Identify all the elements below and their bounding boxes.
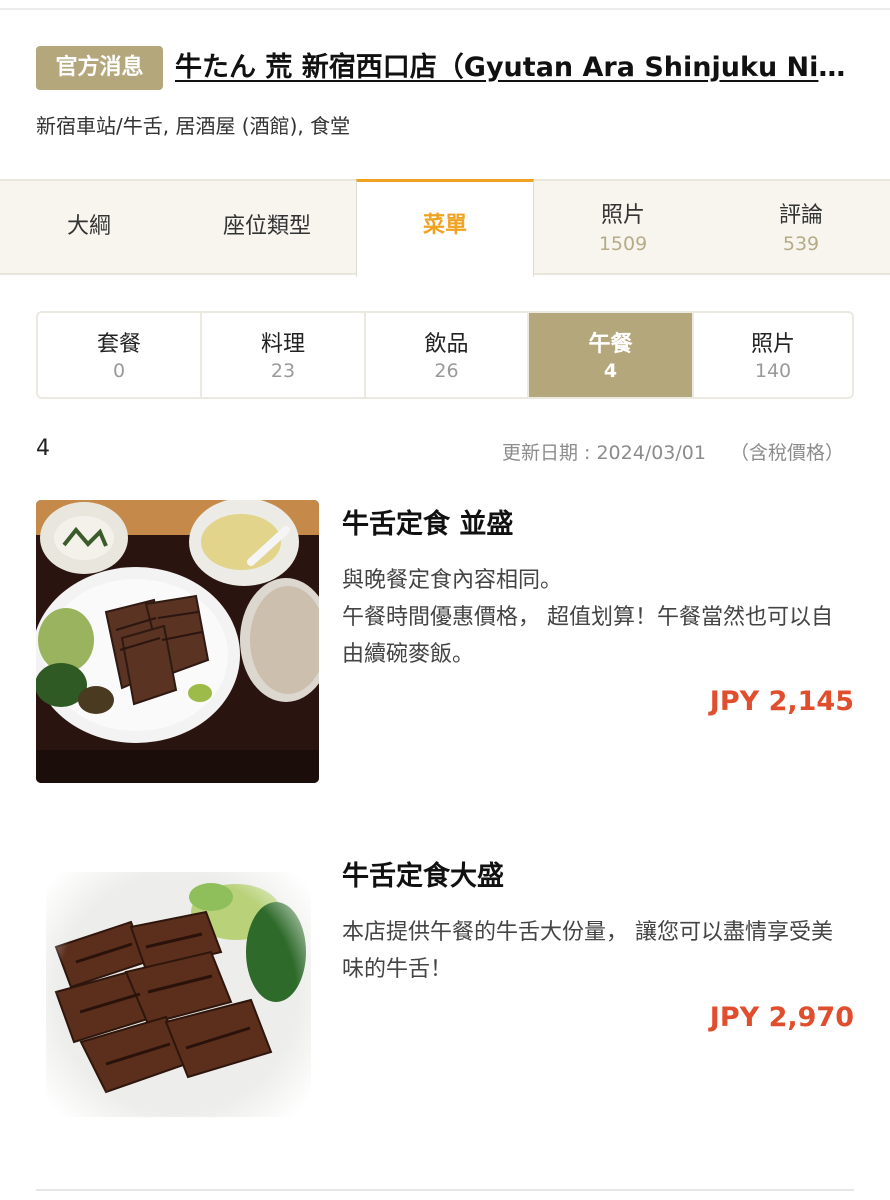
tab-photos-count: 1509 [598, 233, 648, 255]
top-divider [0, 8, 890, 10]
menu-item-name: 牛舌定食大盛 [342, 861, 504, 892]
tab-seats[interactable]: 座位類型 [178, 181, 356, 277]
restaurant-header: 官方消息 牛たん 荒 新宿西口店（Gyutan Ara Shinjuku Nis… [36, 46, 856, 90]
restaurant-title-link[interactable]: 牛たん 荒 新宿西口店（Gyutan Ara Shinjuku Nishiguc… [175, 48, 855, 88]
subtab-drinks[interactable]: 飲品 26 [366, 313, 529, 397]
menu-item-description: 與晚餐定食內容相同。 午餐時間優惠價格， 超值划算！午餐當然也可以自由續碗麥飯。 [342, 568, 833, 667]
menu-subtabs: 套餐 0 料理 23 飲品 26 午餐 4 照片 140 [36, 311, 854, 399]
grilled-beef-tongue-photo[interactable] [36, 852, 319, 1135]
tab-photos[interactable]: 照片 1509 [534, 181, 712, 277]
official-badge: 官方消息 [36, 46, 163, 90]
tab-reviews[interactable]: 評論 539 [712, 181, 890, 277]
update-date: 更新日期 : 2024/03/01 [501, 442, 706, 464]
main-tabs: 大綱 座位類型 菜單 照片 1509 評論 539 [0, 179, 890, 277]
menu-item-description: 本店提供午餐的牛舌大份量， 讓您可以盡情享受美味的牛舌！ [342, 920, 833, 982]
item-count: 4 [36, 436, 50, 461]
menu-item-price: JPY 2,970 [709, 1002, 854, 1033]
tab-menu[interactable]: 菜單 [356, 179, 534, 277]
menu-item-name: 牛舌定食 並盛 [342, 509, 514, 540]
restaurant-category: 新宿車站/牛舌, 居酒屋 (酒館), 食堂 [36, 114, 351, 138]
bottom-divider [36, 1189, 854, 1191]
tax-note: （含稅價格） [729, 442, 844, 464]
tab-reviews-count: 539 [782, 233, 820, 255]
menu-item: 牛舌定食大盛 本店提供午餐的牛舌大份量， 讓您可以盡情享受美味的牛舌！ JPY … [36, 852, 854, 1135]
subtab-food[interactable]: 料理 23 [202, 313, 366, 397]
subtab-photos[interactable]: 照片 140 [694, 313, 852, 397]
menu-item: 牛舌定食 並盛 與晚餐定食內容相同。 午餐時間優惠價格， 超值划算！午餐當然也可… [36, 500, 854, 790]
subtab-course[interactable]: 套餐 0 [38, 313, 202, 397]
beef-tongue-set-meal-photo[interactable] [36, 500, 319, 783]
menu-item-price: JPY 2,145 [709, 686, 854, 717]
subtab-lunch[interactable]: 午餐 4 [529, 313, 694, 397]
tab-overview[interactable]: 大綱 [0, 181, 178, 277]
update-info: 更新日期 : 2024/03/01 （含稅價格） [502, 438, 844, 465]
